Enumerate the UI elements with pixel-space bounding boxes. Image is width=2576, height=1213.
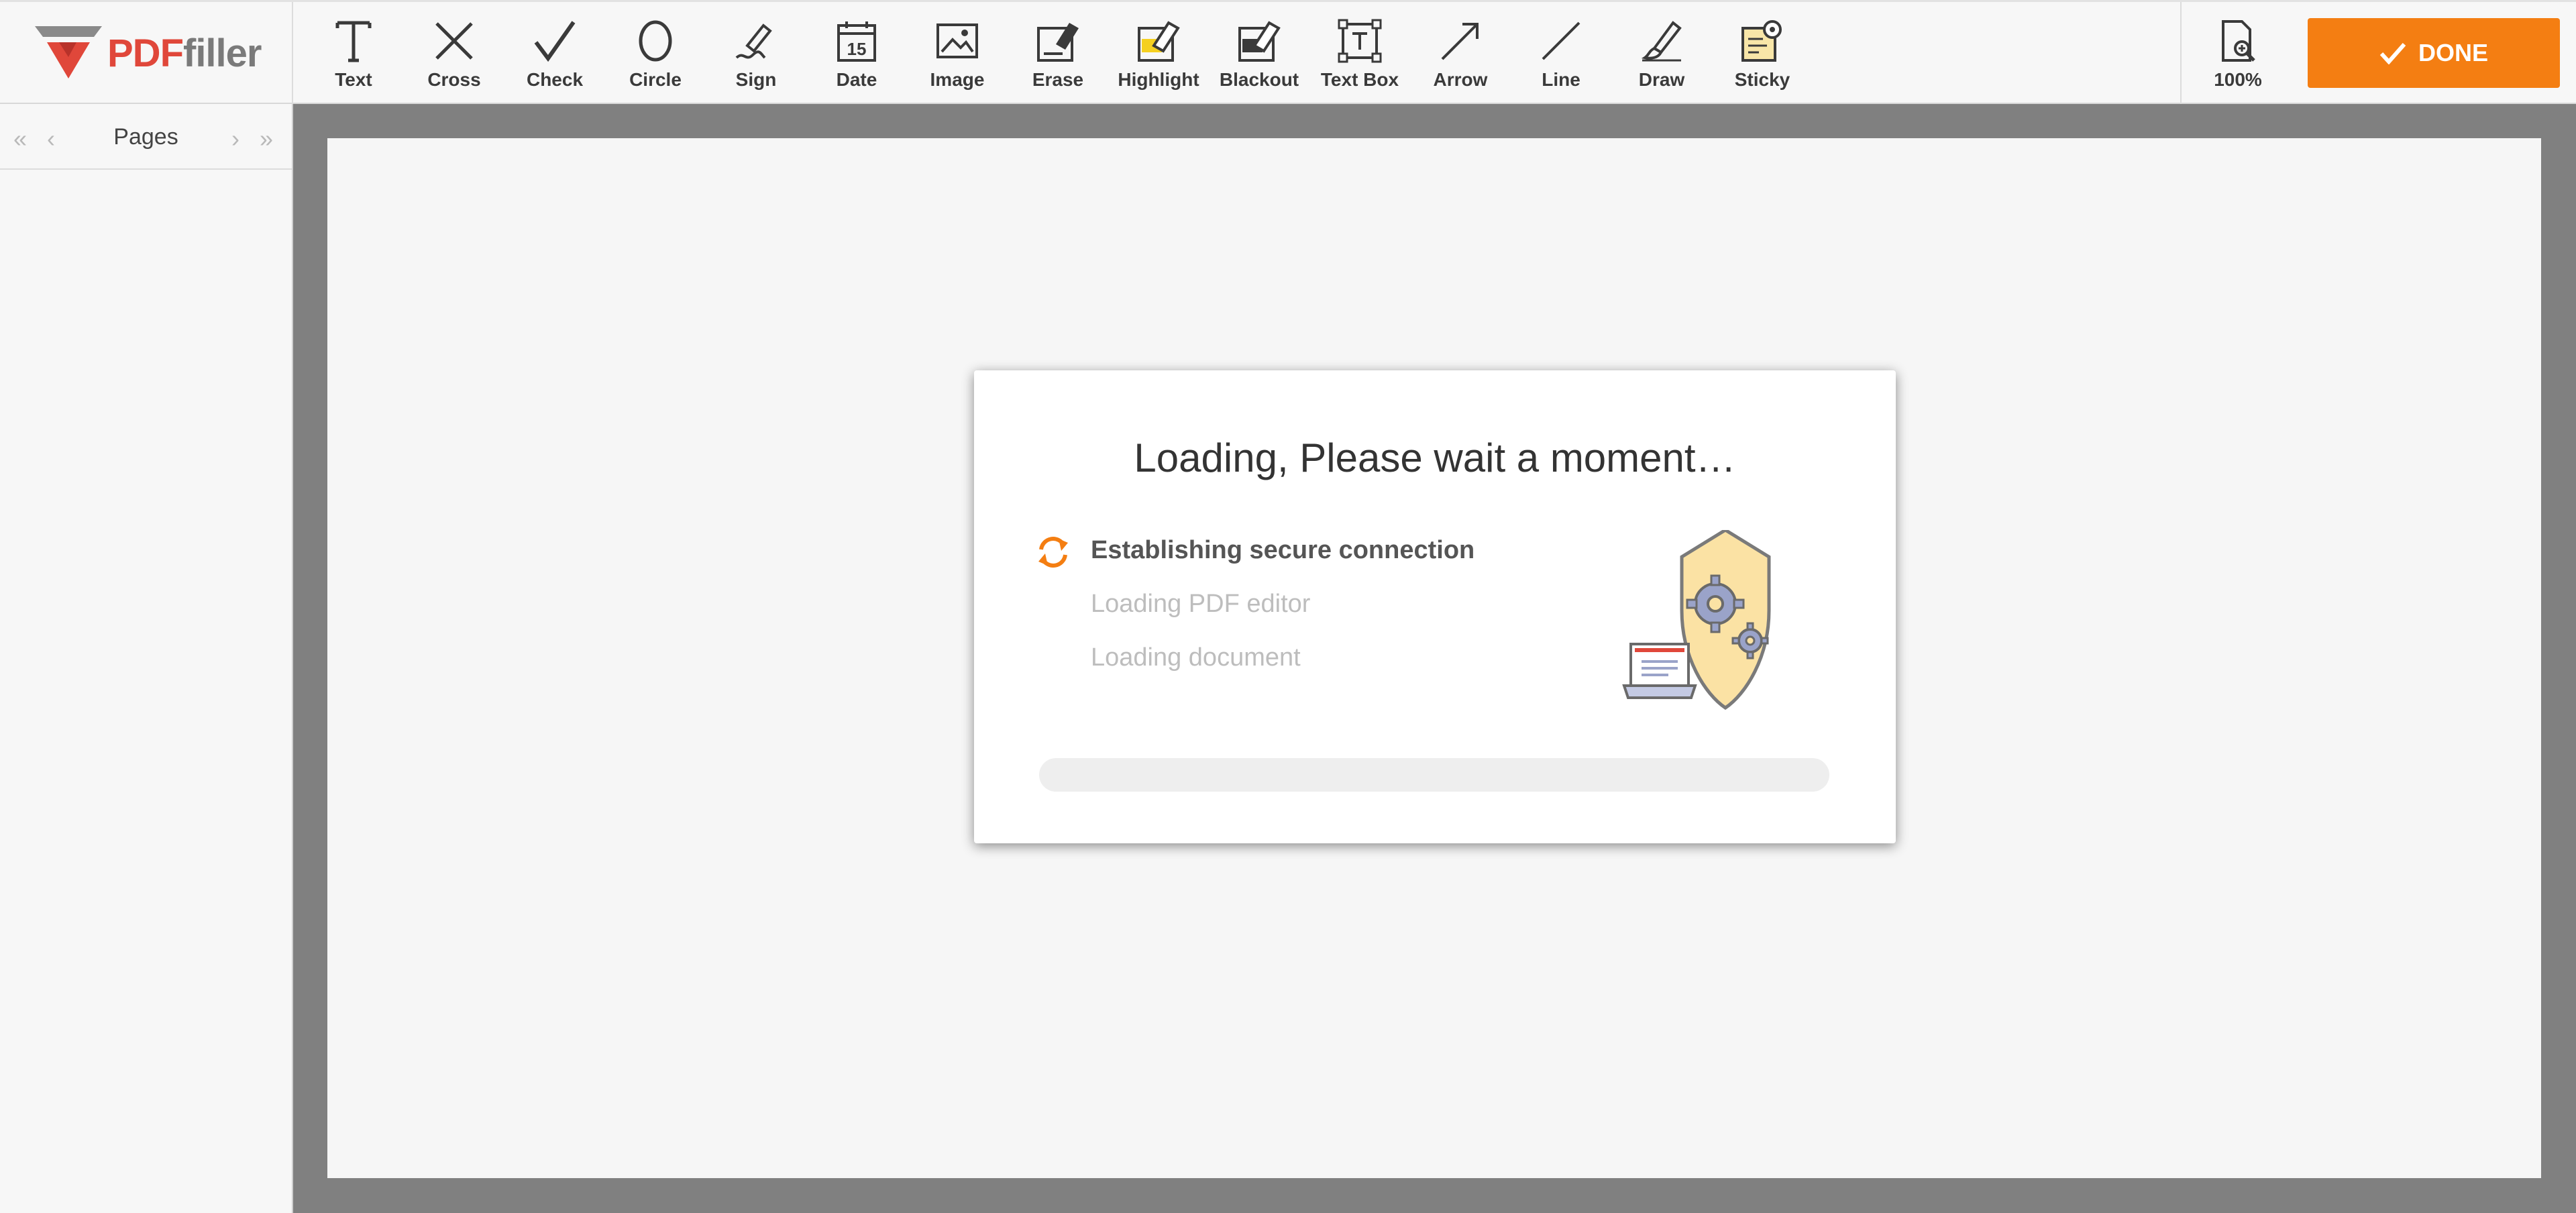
step-secure-connection: Establishing secure connection [1091, 536, 1475, 564]
checkmark-icon [2379, 43, 2406, 64]
pdffiller-logo-icon [35, 26, 102, 78]
sticky-note-icon [1735, 14, 1789, 68]
tool-arrow[interactable]: Arrow [1413, 2, 1507, 104]
tool-blackout[interactable]: Blackout [1212, 2, 1306, 104]
top-toolbar: PDFfiller Text Cross Check Circle Sign 1… [0, 0, 2576, 104]
tool-text[interactable]: Text [307, 2, 400, 104]
calendar-icon: 15 [830, 14, 883, 68]
check-icon [528, 14, 582, 68]
logo-wordmark: PDFfiller [107, 32, 262, 75]
eraser-icon [1031, 14, 1085, 68]
step-loading-document: Loading document [1091, 643, 1301, 672]
tool-erase[interactable]: Erase [1011, 2, 1105, 104]
tool-highlight[interactable]: Highlight [1112, 2, 1205, 104]
security-shield-illustration [1622, 530, 1771, 710]
dialog-title: Loading, Please wait a moment… [1134, 435, 1736, 480]
svg-text:15: 15 [847, 39, 867, 59]
progress-bar [1039, 758, 1829, 792]
blackout-icon [1232, 14, 1286, 68]
tool-date[interactable]: 15 Date [810, 2, 904, 104]
draw-brush-icon [1635, 14, 1688, 68]
tool-circle[interactable]: Circle [608, 2, 702, 104]
next-page-icon[interactable]: › [231, 127, 239, 151]
sign-pen-icon [729, 14, 783, 68]
highlighter-icon [1132, 14, 1185, 68]
line-icon [1534, 14, 1588, 68]
last-page-icon[interactable]: » [260, 127, 273, 151]
laptop-icon [1622, 643, 1697, 699]
tool-draw[interactable]: Draw [1615, 2, 1709, 104]
arrow-icon [1434, 14, 1487, 68]
zoom-page-icon [2211, 14, 2265, 68]
zoom-control[interactable]: 100% [2180, 2, 2294, 104]
tool-cross[interactable]: Cross [407, 2, 501, 104]
pages-title: Pages [113, 124, 178, 150]
circle-icon [629, 14, 682, 68]
pages-panel: « ‹ Pages › » [0, 104, 293, 1213]
tool-image[interactable]: Image [910, 2, 1004, 104]
tool-text-box[interactable]: Text Box [1313, 2, 1407, 104]
logo[interactable]: PDFfiller [0, 2, 293, 104]
tool-check[interactable]: Check [508, 2, 602, 104]
zoom-level: 100% [2214, 69, 2262, 90]
sync-spinner-icon [1038, 537, 1068, 568]
done-button[interactable]: DONE [2308, 18, 2560, 88]
tool-line[interactable]: Line [1514, 2, 1608, 104]
text-box-icon [1333, 14, 1387, 68]
image-icon [930, 14, 984, 68]
loading-dialog: Loading, Please wait a moment… Establish… [974, 370, 1896, 843]
tool-sign[interactable]: Sign [709, 2, 803, 104]
tool-sticky[interactable]: Sticky [1715, 2, 1809, 104]
cross-icon [427, 14, 481, 68]
pages-header: « ‹ Pages › » [0, 104, 292, 170]
text-icon [327, 14, 380, 68]
step-loading-editor: Loading PDF editor [1091, 590, 1311, 618]
